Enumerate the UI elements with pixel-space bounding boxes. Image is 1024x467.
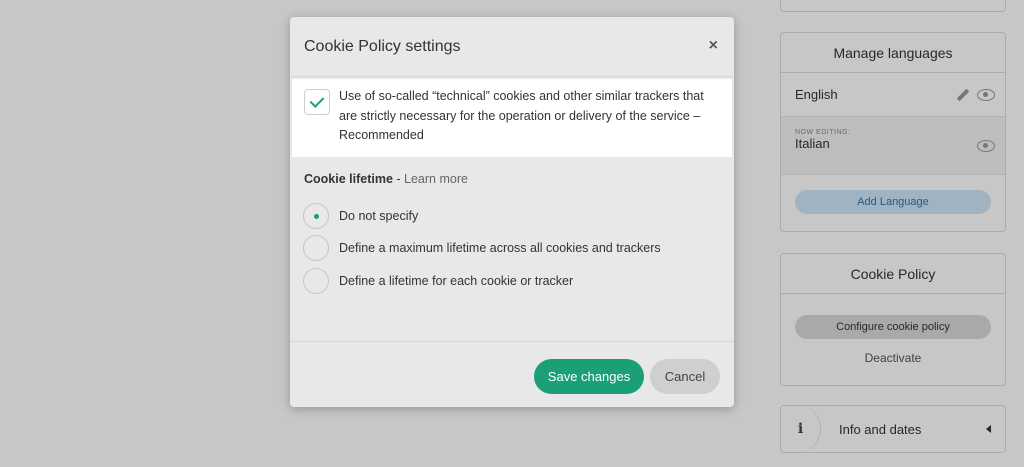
radio-button[interactable] [303, 268, 329, 294]
cookie-lifetime-heading: Cookie lifetime - Learn more [304, 172, 468, 186]
cancel-button[interactable]: Cancel [650, 359, 720, 394]
radio-label: Define a maximum lifetime across all coo… [339, 241, 661, 255]
close-icon[interactable]: × [709, 37, 718, 55]
learn-more-link[interactable]: Learn more [404, 172, 468, 186]
consent-text: Use of so-called “technical” cookies and… [339, 89, 704, 142]
lifetime-option-do-not-specify[interactable]: Do not specify [303, 203, 418, 229]
heading-separator: - [392, 172, 405, 186]
modal-footer-divider [290, 341, 734, 342]
lifetime-option-each[interactable]: Define a lifetime for each cookie or tra… [303, 268, 573, 294]
save-changes-button[interactable]: Save changes [534, 359, 644, 394]
radio-label: Define a lifetime for each cookie or tra… [339, 274, 574, 288]
cookie-policy-settings-modal: Cookie Policy settings × Use of so-calle… [290, 17, 734, 407]
modal-header: Cookie Policy settings [290, 17, 734, 77]
checkmark-icon [309, 93, 325, 108]
technical-cookies-consent: Use of so-called “technical” cookies and… [292, 79, 732, 157]
radio-button-selected[interactable] [303, 203, 329, 229]
technical-cookies-checkbox[interactable] [304, 89, 330, 115]
radio-label: Do not specify [339, 209, 419, 223]
modal-title: Cookie Policy settings [304, 37, 461, 55]
radio-button[interactable] [303, 235, 329, 261]
lifetime-option-maximum[interactable]: Define a maximum lifetime across all coo… [303, 235, 661, 261]
cookie-lifetime-label: Cookie lifetime [304, 172, 393, 186]
